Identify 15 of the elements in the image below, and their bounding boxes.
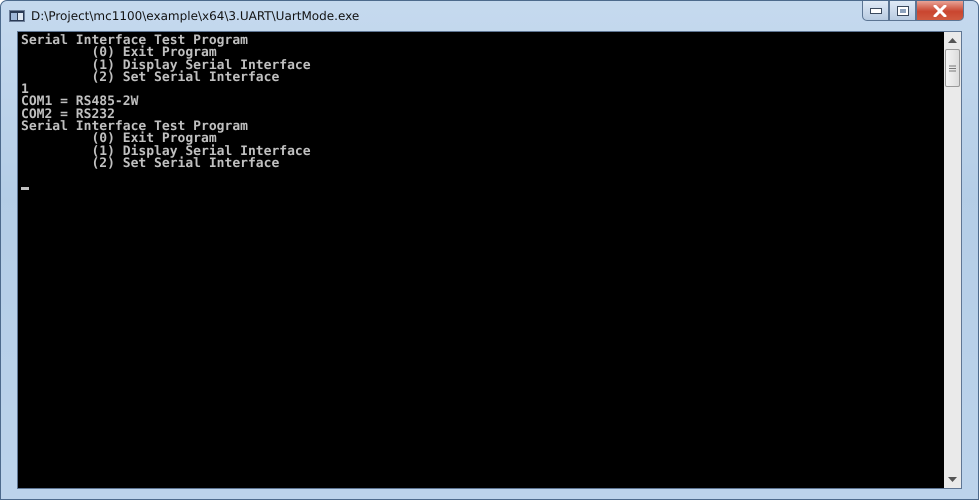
text-cursor [21, 186, 29, 190]
scroll-down-arrow-icon[interactable] [948, 477, 957, 482]
minimize-icon [870, 8, 882, 14]
minimize-button[interactable] [862, 1, 889, 21]
vertical-scrollbar[interactable] [944, 32, 961, 488]
maximize-button[interactable] [889, 1, 916, 21]
close-icon [933, 4, 947, 16]
console-text: COM1 = RS485-2W [21, 94, 138, 110]
scroll-thumb[interactable] [945, 49, 960, 87]
window-title: D:\Project\mc1100\example\x64\3.UART\UartMode.exe [31, 9, 360, 23]
close-button[interactable] [916, 1, 964, 21]
console-app-icon [9, 10, 25, 22]
grip-lines-icon [949, 64, 956, 72]
maximize-icon [896, 6, 908, 16]
scroll-up-arrow-icon[interactable] [948, 38, 957, 43]
